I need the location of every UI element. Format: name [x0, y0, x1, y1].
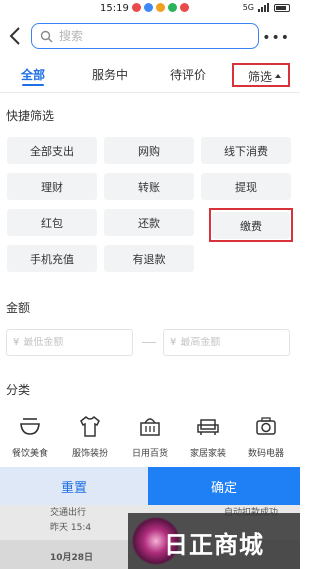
status-time: 15:19: [100, 3, 129, 14]
header: •••: [0, 18, 300, 54]
bg-row-time: 昨天 15:4: [50, 523, 92, 533]
amount-title: 金额: [6, 301, 31, 315]
page: 15:19 5G ••• 全部 服务中: [0, 0, 300, 569]
category-title: 分类: [6, 383, 31, 397]
category-apparel[interactable]: 服饰装扮: [60, 415, 120, 461]
category-label: 服饰装扮: [71, 449, 108, 459]
chip-repayment[interactable]: 还款: [104, 209, 194, 236]
category-dining[interactable]: 餐饮美食: [0, 415, 60, 461]
chip-transfer[interactable]: 转账: [104, 173, 194, 200]
basket-icon: [140, 418, 160, 436]
bg-row-title: 交通出行: [50, 508, 87, 518]
divider: [0, 92, 300, 93]
min-amount-field[interactable]: ¥: [6, 329, 133, 356]
reset-button[interactable]: 重置: [0, 467, 148, 505]
active-tab-indicator: [22, 84, 44, 86]
currency-symbol: ¥: [13, 337, 20, 348]
app-notification-icon: [180, 3, 189, 12]
caret-up-icon: [275, 74, 281, 78]
battery-icon: [274, 3, 290, 12]
chip-finance[interactable]: 理财: [7, 173, 97, 200]
tab-in-service[interactable]: 服务中: [92, 66, 128, 83]
chip-online-shopping[interactable]: 网购: [104, 137, 194, 164]
category-label: 餐饮美食: [11, 449, 48, 459]
chip-withdraw[interactable]: 提现: [201, 173, 291, 200]
search-box[interactable]: [31, 23, 259, 49]
signal-label: 5G: [242, 3, 254, 12]
signal-icon: [258, 3, 269, 12]
currency-symbol: ¥: [170, 337, 177, 348]
notification-icons: [132, 3, 189, 12]
more-options-icon[interactable]: •••: [262, 30, 290, 46]
search-input[interactable]: [59, 29, 239, 43]
watermark-text: 日正商城: [164, 531, 264, 559]
status-bar: 15:19 5G: [0, 0, 300, 18]
app-notification-icon: [168, 3, 177, 12]
confirm-button[interactable]: 确定: [148, 467, 300, 505]
filter-label: 筛选: [248, 70, 273, 84]
max-amount-field[interactable]: ¥: [163, 329, 290, 356]
min-amount-input[interactable]: [23, 337, 124, 348]
sofa-icon: [197, 419, 219, 435]
tab-to-review[interactable]: 待评价: [170, 66, 206, 83]
quick-filter-title: 快捷筛选: [6, 109, 55, 123]
back-arrow-icon[interactable]: [6, 24, 26, 48]
max-amount-input[interactable]: [180, 337, 281, 348]
watermark-logo: 日正商城: [128, 513, 300, 569]
category-daily-goods[interactable]: 日用百货: [120, 415, 180, 461]
tab-bar: 全部 服务中 待评价 筛选: [0, 60, 300, 88]
highlight-box: [209, 208, 293, 242]
bowl-icon: [20, 418, 40, 435]
category-electronics[interactable]: 数码电器: [236, 415, 296, 461]
chip-offline[interactable]: 线下消费: [201, 137, 291, 164]
category-label: 日用百货: [131, 449, 168, 459]
chip-phone-topup[interactable]: 手机充值: [7, 245, 97, 272]
category-label: 家居家装: [189, 449, 226, 459]
system-status-icons: 5G: [243, 3, 290, 12]
search-icon: [40, 30, 53, 42]
category-label: 数码电器: [247, 449, 284, 459]
app-notification-icon: [144, 3, 153, 12]
app-notification-icon: [156, 3, 165, 12]
camera-icon: [256, 417, 276, 435]
app-notification-icon: [132, 3, 141, 12]
tab-filter[interactable]: 筛选: [232, 63, 290, 87]
category-home[interactable]: 家居家装: [178, 415, 238, 461]
tab-all[interactable]: 全部: [21, 66, 45, 83]
chip-red-packet[interactable]: 红包: [7, 209, 97, 236]
chip-refunded[interactable]: 有退款: [104, 245, 194, 272]
bg-row-date: 10月28日: [50, 553, 94, 563]
chip-all-expense[interactable]: 全部支出: [7, 137, 97, 164]
shirt-icon: [80, 415, 100, 437]
range-separator: [142, 342, 156, 343]
